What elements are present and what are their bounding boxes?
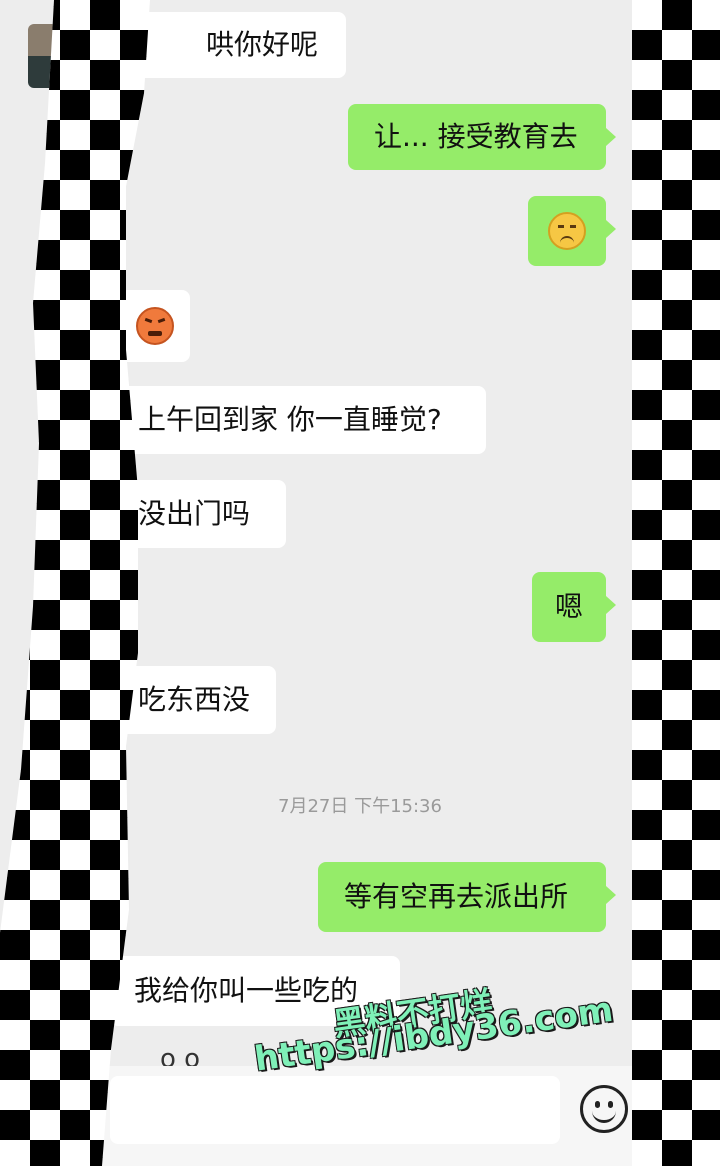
censor-overlay-right bbox=[632, 0, 720, 1166]
emoji-bubble-outgoing[interactable] bbox=[528, 196, 616, 266]
message-bubble-incoming[interactable]: 哄你好呢 bbox=[110, 12, 346, 78]
message-bubble-incoming[interactable]: 吃东西没 bbox=[110, 666, 276, 734]
message-text: 嗯 bbox=[554, 590, 583, 623]
message-bubble-incoming[interactable]: 没出门吗 bbox=[110, 480, 286, 548]
worried-face-emoji bbox=[548, 212, 586, 250]
smiley-icon[interactable] bbox=[580, 1085, 628, 1133]
message-text: 我给你叫一些吃的 bbox=[134, 974, 359, 1007]
message-text: 等有空再去派出所 bbox=[344, 880, 569, 913]
message-bubble-outgoing[interactable]: 等有空再去派出所 bbox=[318, 862, 616, 932]
message-text: 没出门吗 bbox=[138, 497, 251, 530]
message-bubble-outgoing[interactable]: 让... 接受教育去 bbox=[348, 104, 616, 170]
message-text: 哄你好呢 bbox=[206, 28, 319, 61]
message-bubble-incoming[interactable]: 上午回到家 你一直睡觉? bbox=[110, 386, 486, 454]
message-text: 吃东西没 bbox=[138, 683, 251, 716]
message-input[interactable] bbox=[110, 1076, 560, 1144]
emoji-bubble-incoming[interactable] bbox=[110, 290, 190, 362]
message-text: 上午回到家 你一直睡觉? bbox=[138, 403, 442, 436]
message-bubble-outgoing[interactable]: 嗯 bbox=[532, 572, 616, 642]
angry-face-emoji bbox=[136, 307, 174, 345]
message-text: 让... 接受教育去 bbox=[374, 120, 578, 153]
